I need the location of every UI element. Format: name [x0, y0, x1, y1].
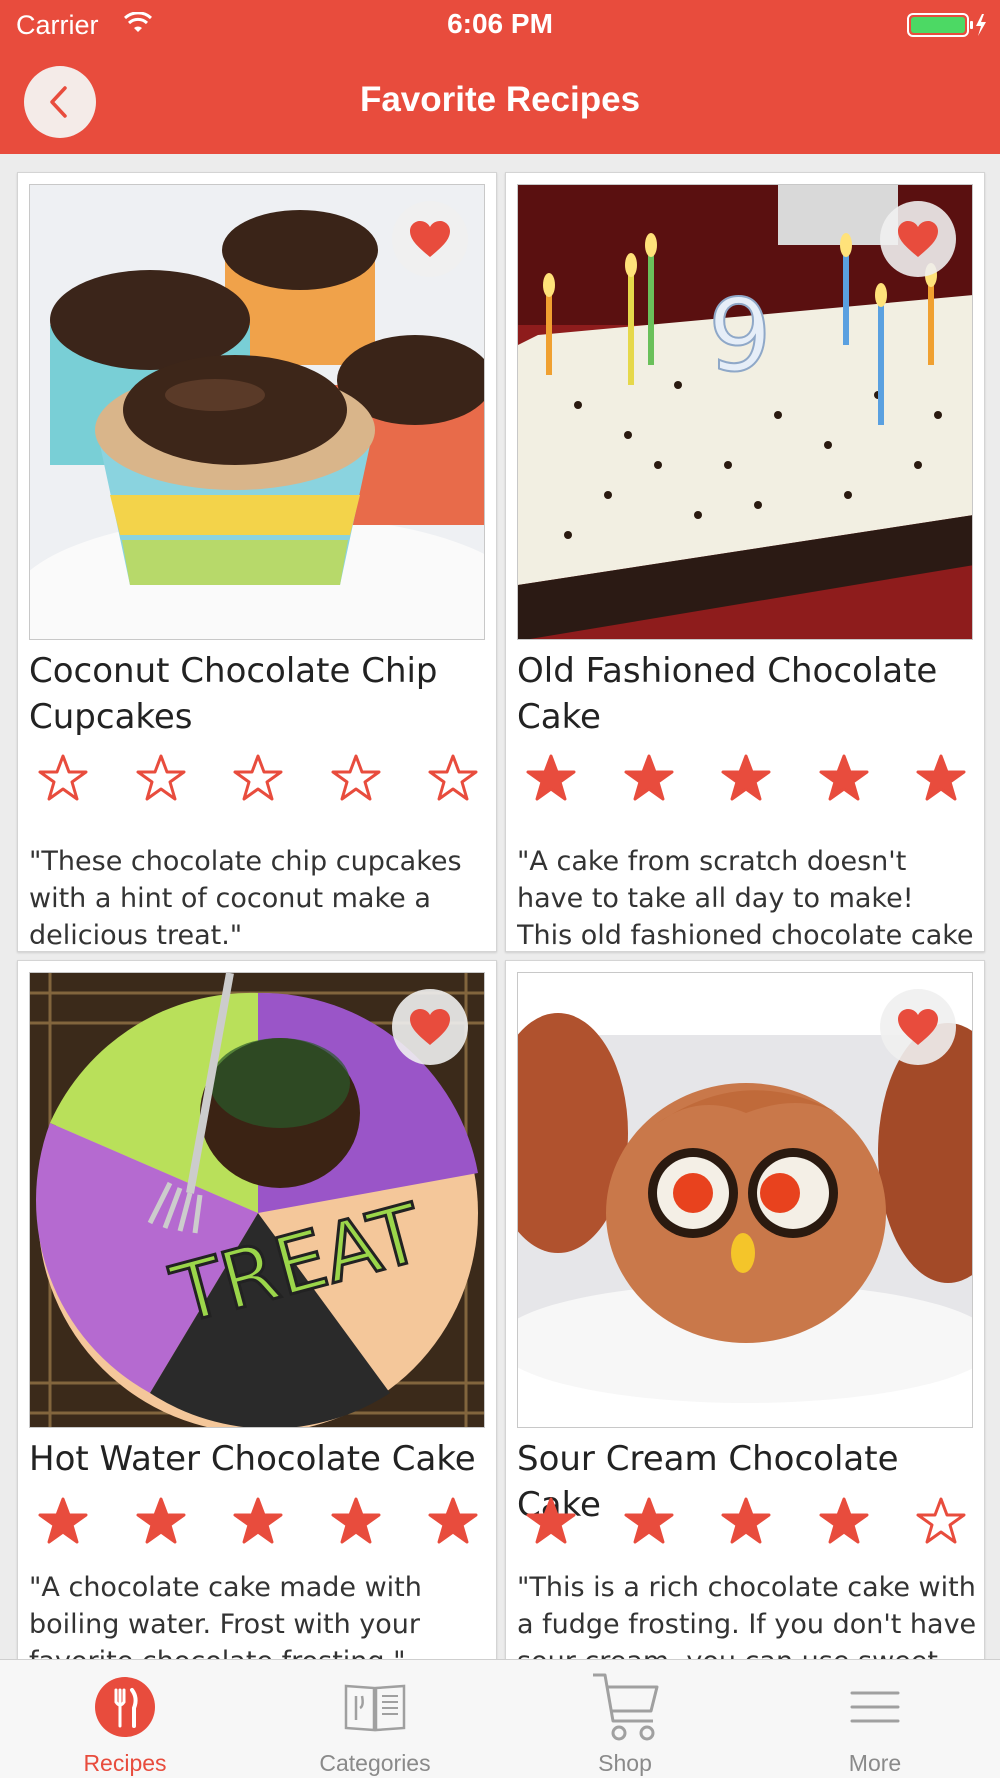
battery-charging-icon — [907, 13, 986, 37]
tab-more[interactable]: More — [750, 1660, 1000, 1778]
rating-stars — [516, 753, 976, 809]
fork-knife-icon — [85, 1672, 165, 1742]
recipe-card[interactable]: 9 Old Fashioned Chocolate Cake "A cake f… — [505, 172, 985, 952]
star-filled-icon — [526, 1497, 576, 1544]
star-filled-icon — [721, 1497, 771, 1544]
recipe-card[interactable]: Sour Cream Chocolate Cake "This is a ric… — [505, 960, 985, 1659]
recipe-grid: Coconut Chocolate Chip Cupcakes "These c… — [0, 154, 1000, 1659]
recipe-description: "These chocolate chip cupcakes with a hi… — [29, 846, 462, 951]
page-title: Favorite Recipes — [359, 80, 641, 119]
tab-bar: Recipes Categories Shop More — [0, 1659, 1000, 1778]
recipe-book-icon — [335, 1672, 415, 1742]
status-time: 6:06 PM — [447, 8, 553, 39]
svg-text:9: 9 — [708, 277, 772, 394]
star-empty-icon — [331, 754, 380, 801]
star-filled-icon — [331, 1497, 380, 1544]
rating-stars — [516, 1496, 976, 1552]
star-filled-icon — [819, 1497, 868, 1544]
tab-categories[interactable]: Categories — [250, 1660, 500, 1778]
tab-label: Categories — [319, 1750, 431, 1776]
star-empty-icon — [136, 754, 185, 801]
recipe-image[interactable]: TREAT — [29, 972, 485, 1428]
star-filled-icon — [916, 754, 966, 801]
recipe-description: "This is a rich chocolate cake with a fu… — [517, 1572, 977, 1659]
recipe-image[interactable]: 9 — [517, 184, 973, 640]
heart-icon — [410, 1009, 450, 1045]
star-filled-icon — [819, 754, 868, 801]
status-bar: Carrier 6:06 PM — [0, 0, 1000, 50]
recipe-description: "A chocolate cake made with boiling wate… — [29, 1572, 422, 1659]
rating-stars — [28, 753, 488, 809]
favorite-button[interactable] — [392, 201, 468, 277]
star-filled-icon — [624, 754, 673, 801]
star-filled-icon — [233, 1497, 283, 1544]
recipe-title[interactable]: Old Fashioned Chocolate Cake — [517, 648, 977, 740]
recipe-title[interactable]: Hot Water Chocolate Cake — [29, 1436, 489, 1482]
tab-label: Recipes — [83, 1750, 167, 1776]
star-filled-icon — [624, 1497, 673, 1544]
heart-icon — [898, 221, 938, 257]
recipe-image[interactable] — [29, 184, 485, 640]
star-empty-icon — [38, 754, 88, 801]
star-filled-icon — [428, 1497, 478, 1544]
rating-stars — [28, 1496, 488, 1552]
star-filled-icon — [38, 1497, 88, 1544]
heart-icon — [898, 1009, 938, 1045]
heart-icon — [410, 221, 450, 257]
favorite-button[interactable] — [880, 201, 956, 277]
star-empty-icon — [233, 754, 283, 801]
recipe-title[interactable]: Coconut Chocolate Chip Cupcakes — [29, 648, 489, 740]
recipe-image[interactable] — [517, 972, 973, 1428]
recipe-description: "A cake from scratch doesn't have to tak… — [517, 846, 974, 951]
tab-recipes[interactable]: Recipes — [0, 1660, 250, 1778]
star-empty-icon — [916, 1497, 966, 1544]
recipe-card[interactable]: TREAT Hot Water Chocolate Cake "A chocol… — [17, 960, 497, 1659]
tab-label: More — [848, 1750, 902, 1776]
star-filled-icon — [136, 1497, 185, 1544]
star-filled-icon — [526, 754, 576, 801]
star-empty-icon — [428, 754, 478, 801]
favorite-button[interactable] — [880, 989, 956, 1065]
recipe-card[interactable]: Coconut Chocolate Chip Cupcakes "These c… — [17, 172, 497, 952]
tab-shop[interactable]: Shop — [500, 1660, 750, 1778]
star-filled-icon — [721, 754, 771, 801]
favorite-button[interactable] — [392, 989, 468, 1065]
tab-label: Shop — [598, 1750, 652, 1776]
nav-header: Carrier 6:06 PM Favorite Recipes — [0, 0, 1000, 154]
shopping-cart-icon — [585, 1672, 665, 1742]
hamburger-menu-icon — [835, 1672, 915, 1742]
